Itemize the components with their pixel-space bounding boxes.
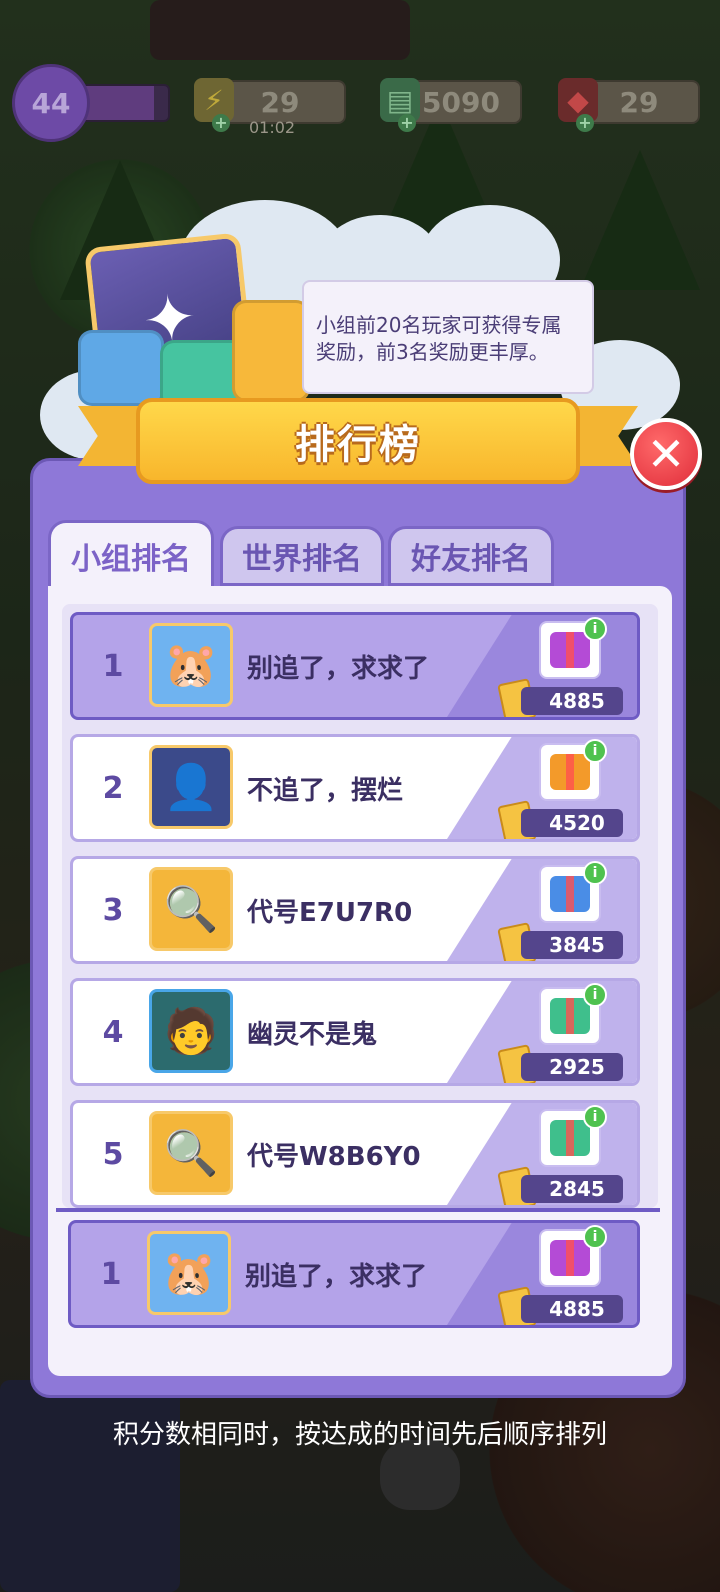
gift-icon <box>550 1120 590 1156</box>
player-name: 代号W8B6Y0 <box>247 1141 421 1172</box>
tab-group-ranking[interactable]: 小组排名 <box>48 520 214 588</box>
tab-world-ranking[interactable]: 世界排名 <box>220 526 384 586</box>
leaderboard-row[interactable]: 3 🔍 代号E7U7R0 i 3845 <box>70 856 640 964</box>
info-icon[interactable]: i <box>583 1225 607 1249</box>
list-divider <box>56 1208 660 1212</box>
player-name: 别追了，求求了 <box>245 1261 428 1292</box>
close-button[interactable]: ✕ <box>630 418 702 490</box>
leaderboard-title: 排行榜 <box>295 422 421 468</box>
rank-number: 4 <box>102 1014 124 1050</box>
info-icon[interactable]: i <box>583 861 607 885</box>
rank-number: 1 <box>100 1256 122 1292</box>
info-icon[interactable]: i <box>583 1105 607 1129</box>
orange-gift-icon <box>232 300 310 402</box>
add-gems-button[interactable]: + <box>576 114 594 132</box>
reward-tip: 小组前20名玩家可获得专属奖励，前3名奖励更丰厚。 <box>302 280 594 394</box>
green-hair-avatar[interactable]: 🧑 <box>149 989 233 1073</box>
score-value: 4520 <box>521 809 623 837</box>
rank-number: 1 <box>102 648 124 684</box>
rank-number: 3 <box>102 892 124 928</box>
gem-value: 29 <box>619 85 659 119</box>
gift-icon <box>550 1240 590 1276</box>
tie-break-note: 积分数相同时，按达成的时间先后顺序排列 <box>112 1420 607 1450</box>
score-value: 4885 <box>521 1295 623 1323</box>
leaderboard-row[interactable]: 5 🔍 代号W8B6Y0 i 2845 <box>70 1100 640 1208</box>
hooded-avatar[interactable]: 👤 <box>149 745 233 829</box>
rank-number: 5 <box>102 1136 124 1172</box>
close-icon: ✕ <box>646 427 686 481</box>
info-icon[interactable]: i <box>583 617 607 641</box>
hamster-avatar[interactable]: 🐹 <box>147 1231 231 1315</box>
gift-icon <box>550 876 590 912</box>
blue-gift-icon <box>78 330 164 406</box>
player-name: 不追了，摆烂 <box>247 775 404 806</box>
leaderboard-row[interactable]: 2 👤 不追了，摆烂 i 4520 <box>70 734 640 842</box>
info-icon[interactable]: i <box>583 983 607 1007</box>
score-value: 4885 <box>521 687 623 715</box>
my-rank-row[interactable]: 1 🐹 别追了，求求了 i 4885 <box>68 1220 640 1328</box>
gem-counter[interactable]: ◆ 29 + <box>558 78 700 132</box>
ranking-tabs: 小组排名 世界排名 好友排名 <box>48 520 668 588</box>
gift-icon <box>550 754 590 790</box>
gift-icon <box>550 998 590 1034</box>
add-cash-button[interactable]: + <box>398 114 416 132</box>
hamster-avatar[interactable]: 🐹 <box>149 623 233 707</box>
score-value: 2925 <box>521 1053 623 1081</box>
cash-counter[interactable]: ▤ 5090 + <box>380 78 522 132</box>
leaderboard-list[interactable]: 1 🐹 别追了，求求了 i 4885 2 👤 不追了，摆烂 i 4520 3 🔍 代号E7U7R0 i 38… <box>62 604 658 1208</box>
level-badge: 44 <box>12 64 90 142</box>
player-name: 幽灵不是鬼 <box>247 1019 378 1050</box>
detective-avatar[interactable]: 🔍 <box>149 867 233 951</box>
top-hud: 44 ⚡ 29 + 01:02 ▤ 5090 + ◆ 29 + <box>0 64 720 142</box>
player-name: 代号E7U7R0 <box>247 897 413 928</box>
player-name: 别追了，求求了 <box>247 653 430 684</box>
score-value: 2845 <box>521 1175 623 1203</box>
energy-value: 29 <box>260 85 300 119</box>
tab-friend-ranking[interactable]: 好友排名 <box>388 526 554 586</box>
info-icon[interactable]: i <box>583 739 607 763</box>
leaderboard-row[interactable]: 1 🐹 别追了，求求了 i 4885 <box>70 612 640 720</box>
gift-icon <box>550 632 590 668</box>
leaderboard-row[interactable]: 4 🧑 幽灵不是鬼 i 2925 <box>70 978 640 1086</box>
energy-timer: 01:02 <box>249 118 296 137</box>
detective-avatar[interactable]: 🔍 <box>149 1111 233 1195</box>
score-value: 3845 <box>521 931 623 959</box>
cash-value: 5090 <box>422 85 500 119</box>
rank-number: 2 <box>102 770 124 806</box>
title-ribbon: 排行榜 <box>78 398 638 498</box>
add-energy-button[interactable]: + <box>212 114 230 132</box>
